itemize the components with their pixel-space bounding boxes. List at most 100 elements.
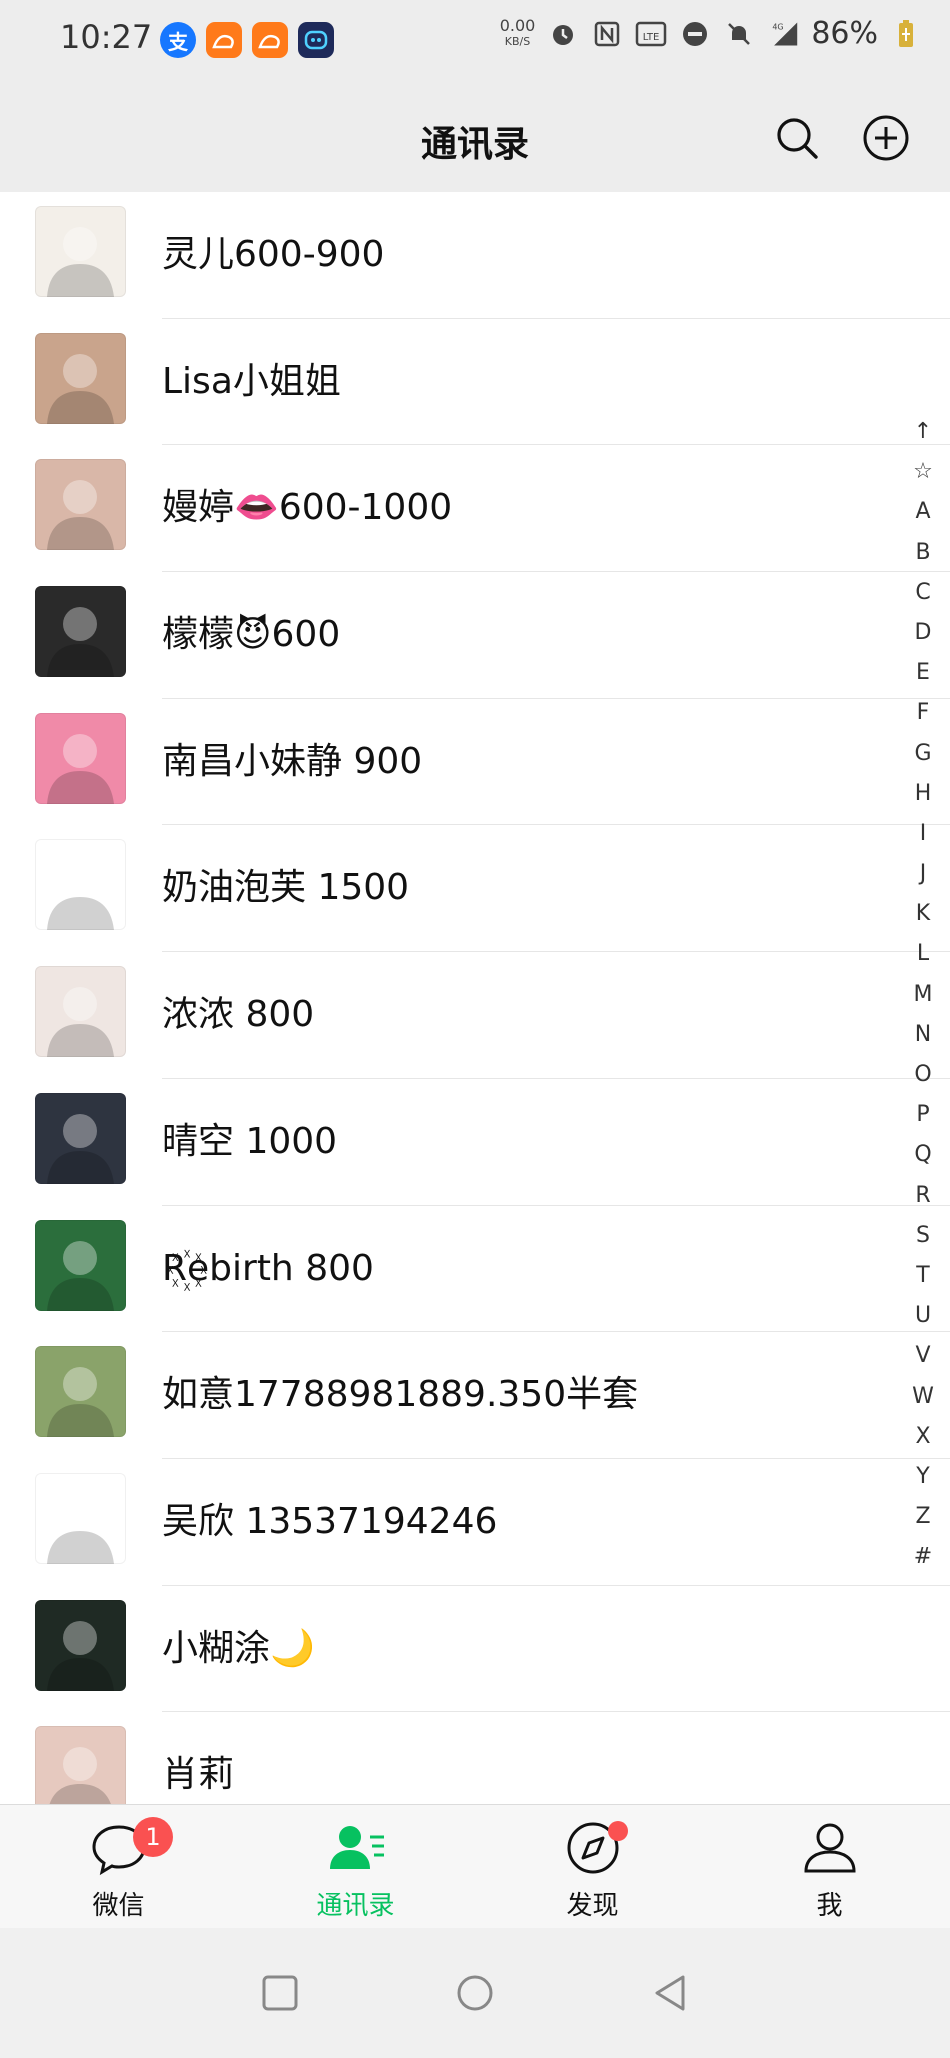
back-button[interactable] <box>645 1968 695 2018</box>
index-letter[interactable]: W <box>908 1377 938 1417</box>
index-letter[interactable]: G <box>908 734 938 774</box>
index-letter[interactable]: X <box>908 1417 938 1457</box>
notification-icons: 支 <box>160 22 334 58</box>
alarm-icon <box>547 18 579 50</box>
tab-contacts[interactable]: 通讯录 <box>237 1805 474 1929</box>
contact-name: 晴空 1000 <box>162 1120 338 1162</box>
index-letter[interactable]: P <box>908 1095 938 1135</box>
contact-row[interactable]: 灵儿600-900 <box>0 192 950 319</box>
avatar-image <box>47 480 114 551</box>
index-letter[interactable]: S <box>908 1216 938 1256</box>
add-button[interactable] <box>861 113 911 163</box>
index-letter[interactable]: Y <box>908 1457 938 1497</box>
home-button[interactable] <box>450 1968 500 2018</box>
contact-avatar[interactable] <box>35 459 126 551</box>
tab-label-contacts: 通讯录 <box>316 1891 395 1921</box>
battery-level: 86% <box>811 16 878 51</box>
contact-avatar[interactable] <box>35 839 126 931</box>
contacts-icon <box>329 1826 384 1869</box>
contact-name: 肖莉 <box>162 1754 235 1796</box>
contact-row[interactable]: 浓浓 800 <box>0 952 950 1079</box>
network-speed-value: 0.00 <box>499 15 536 35</box>
index-letter[interactable]: H <box>908 774 938 814</box>
tab-chats[interactable]: 1 微信 <box>0 1805 237 1929</box>
contact-row[interactable]: 如意17788981889.350半套 <box>0 1332 950 1459</box>
index-letter[interactable]: V <box>908 1336 938 1376</box>
contact-avatar[interactable] <box>35 1092 126 1184</box>
contact-row[interactable]: 檬檬😈600 <box>0 572 950 699</box>
network-speed: 0.00 KB/S <box>499 15 536 50</box>
nfc-icon <box>591 18 623 50</box>
index-letter[interactable]: R <box>908 1176 938 1216</box>
contact-avatar[interactable] <box>35 1599 126 1691</box>
index-letter[interactable]: ↑ <box>908 412 938 452</box>
square-icon <box>262 1975 298 2011</box>
index-letter[interactable]: T <box>908 1256 938 1296</box>
index-letter[interactable]: I <box>908 814 938 854</box>
index-letter[interactable]: Z <box>908 1497 938 1537</box>
contact-row[interactable]: R꙰ebirth 800 <box>0 1206 950 1333</box>
avatar-image <box>47 1620 114 1691</box>
contact-row[interactable]: 奶油泡芙 1500 <box>0 825 950 953</box>
avatar-image <box>47 227 114 297</box>
tab-discover[interactable]: 发现 <box>474 1805 711 1929</box>
contact-row[interactable]: 晴空 1000 <box>0 1079 950 1206</box>
index-letter[interactable]: B <box>908 533 938 573</box>
bottom-tab-bar: 1 微信 通讯录 发现 我 <box>0 1804 950 1929</box>
index-letter[interactable]: L <box>908 934 938 974</box>
index-letter[interactable]: O <box>908 1055 938 1095</box>
alipay-icon: 支 <box>160 22 196 58</box>
discover-dot <box>608 1821 628 1841</box>
contact-row[interactable]: Lisa小姐姐 <box>0 319 950 446</box>
avatar-image <box>47 860 114 931</box>
index-letter[interactable]: A <box>908 492 938 532</box>
tab-me[interactable]: 我 <box>711 1805 948 1929</box>
volte-icon: LTE <box>635 18 667 50</box>
contact-name: Lisa小姐姐 <box>162 360 341 402</box>
svg-text:4G: 4G <box>773 22 784 31</box>
index-letter[interactable]: K <box>908 894 938 934</box>
index-letter[interactable]: M <box>908 975 938 1015</box>
contact-avatar[interactable] <box>35 1472 126 1564</box>
contact-row[interactable]: 肖莉 <box>0 1712 950 1804</box>
index-letter[interactable]: J <box>908 854 938 894</box>
contact-row[interactable]: 嫚婷👄600-1000 <box>0 445 950 573</box>
uc-browser-icon-2 <box>252 22 288 58</box>
contact-name: R꙰ebirth 800 <box>162 1247 374 1289</box>
avatar-image <box>47 353 114 424</box>
contact-avatar[interactable] <box>35 712 126 804</box>
contact-avatar[interactable] <box>35 1219 126 1311</box>
contact-row[interactable]: 南昌小妹静 900 <box>0 699 950 826</box>
svg-text:LTE: LTE <box>643 32 660 43</box>
contact-avatar[interactable] <box>35 966 126 1058</box>
contact-row[interactable]: 小糊涂🌙 <box>0 1586 950 1713</box>
contact-avatar[interactable] <box>35 1726 126 1804</box>
index-letter[interactable]: F <box>908 693 938 733</box>
status-right: 0.00 KB/S LTE 4G 86% <box>500 16 922 51</box>
index-letter[interactable]: ☆ <box>908 452 938 492</box>
avatar-image <box>47 607 114 678</box>
contact-avatar[interactable] <box>35 332 126 424</box>
alphabet-index[interactable]: ↑ ☆ A B C D E F G H I J K L M N O P Q R S T U V W X Y Z # <box>908 412 938 1577</box>
avatar-image <box>47 1367 114 1438</box>
contact-avatar[interactable] <box>35 206 126 297</box>
index-letter[interactable]: U <box>908 1296 938 1336</box>
contact-name: 吴欣 13537194246 <box>162 1500 498 1542</box>
contact-list[interactable]: 灵儿600-900 Lisa小姐姐嫚婷👄600-1000 檬檬😈600 南昌小妹静 9… <box>0 192 950 1804</box>
contact-avatar[interactable] <box>35 1346 126 1438</box>
index-letter[interactable]: C <box>908 573 938 613</box>
contact-name: 南昌小妹静 900 <box>162 740 423 782</box>
contact-row[interactable]: 吴欣 13537194246 <box>0 1459 950 1586</box>
contact-avatar[interactable] <box>35 586 126 678</box>
index-letter[interactable]: E <box>908 653 938 693</box>
recents-button[interactable] <box>255 1968 305 2018</box>
contact-name: 奶油泡芙 1500 <box>162 867 410 909</box>
index-letter[interactable]: # <box>908 1537 938 1577</box>
person-icon <box>803 1823 856 1873</box>
search-button[interactable] <box>772 113 822 163</box>
index-letter[interactable]: D <box>908 613 938 653</box>
index-letter[interactable]: N <box>908 1015 938 1055</box>
contact-name: 如意17788981889.350半套 <box>162 1374 639 1416</box>
index-letter[interactable]: Q <box>908 1135 938 1175</box>
battery-charging-icon <box>890 18 922 50</box>
